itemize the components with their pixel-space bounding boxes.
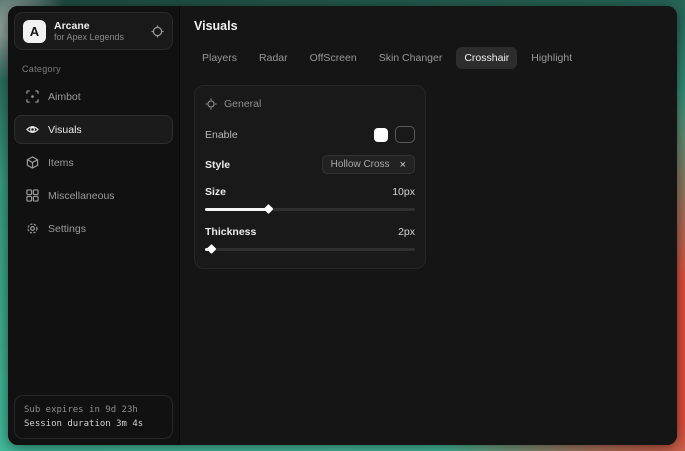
sidebar-item-aimbot[interactable]: Aimbot: [14, 82, 173, 111]
thickness-value: 2px: [398, 226, 415, 238]
keybind-button[interactable]: [395, 126, 415, 143]
thickness-row: Thickness 2px: [205, 226, 415, 238]
tab-players[interactable]: Players: [194, 47, 245, 69]
size-value: 10px: [392, 186, 415, 198]
sidebar-item-label: Miscellaneous: [48, 190, 115, 202]
app-title: Arcane: [54, 20, 143, 32]
size-label: Size: [205, 186, 226, 198]
sidebar-item-label: Settings: [48, 223, 86, 235]
panel-header: General: [205, 96, 415, 114]
general-panel: General Enable Style Hollow Cross ×: [194, 85, 426, 269]
app-logo: A: [23, 20, 46, 43]
thickness-slider-fill[interactable]: [205, 248, 211, 251]
thickness-slider-track: [205, 248, 415, 251]
main-content: Visuals Players Radar OffScreen Skin Cha…: [180, 6, 677, 445]
size-slider-fill[interactable]: [205, 208, 268, 211]
sidebar-item-settings[interactable]: Settings: [14, 214, 173, 243]
app-subtitle: for Apex Legends: [54, 32, 143, 43]
tab-crosshair[interactable]: Crosshair: [456, 47, 517, 69]
panel-title: General: [224, 98, 261, 110]
sidebar-item-label: Items: [48, 157, 74, 169]
profile-card: A Arcane for Apex Legends: [14, 12, 173, 50]
enable-checkbox[interactable]: [374, 128, 388, 142]
sidebar-item-label: Visuals: [48, 124, 82, 136]
style-label: Style: [205, 159, 230, 171]
grid-icon: [25, 189, 39, 202]
session-duration-text: Session duration 3m 4s: [24, 417, 163, 431]
enable-row: Enable: [205, 126, 415, 143]
thickness-label: Thickness: [205, 226, 256, 238]
close-icon[interactable]: ×: [400, 160, 406, 170]
sidebar-item-miscellaneous[interactable]: Miscellaneous: [14, 181, 173, 210]
sidebar-nav: Aimbot Visuals Items: [14, 82, 173, 243]
eye-icon: [25, 123, 39, 136]
style-chip-value: Hollow Cross: [331, 159, 390, 170]
thickness-slider[interactable]: [205, 244, 415, 254]
tab-skin-changer[interactable]: Skin Changer: [371, 47, 451, 69]
box-icon: [25, 156, 39, 169]
sidebar-item-visuals[interactable]: Visuals: [14, 115, 173, 144]
tab-radar[interactable]: Radar: [251, 47, 296, 69]
page-title: Visuals: [194, 19, 663, 33]
tab-highlight[interactable]: Highlight: [523, 47, 580, 69]
sidebar-item-label: Aimbot: [48, 91, 81, 103]
size-row: Size 10px: [205, 186, 415, 198]
category-label: Category: [22, 64, 165, 74]
style-row: Style Hollow Cross ×: [205, 155, 415, 174]
style-chip[interactable]: Hollow Cross ×: [322, 155, 415, 174]
crosshair-icon[interactable]: [151, 25, 164, 38]
gear-icon: [25, 222, 39, 235]
tab-offscreen[interactable]: OffScreen: [302, 47, 365, 69]
size-slider[interactable]: [205, 204, 415, 214]
subscription-info-box: Sub expires in 9d 23h Session duration 3…: [14, 395, 173, 439]
enable-label: Enable: [205, 129, 238, 141]
sidebar: A Arcane for Apex Legends Category: [8, 6, 180, 445]
crosshair-settings-icon: [205, 98, 217, 110]
tab-bar: Players Radar OffScreen Skin Changer Cro…: [194, 47, 663, 69]
app-window: A Arcane for Apex Legends Category: [8, 6, 677, 445]
sidebar-item-items[interactable]: Items: [14, 148, 173, 177]
target-scan-icon: [25, 90, 39, 103]
sub-expires-text: Sub expires in 9d 23h: [24, 403, 163, 417]
profile-text: Arcane for Apex Legends: [54, 20, 143, 43]
